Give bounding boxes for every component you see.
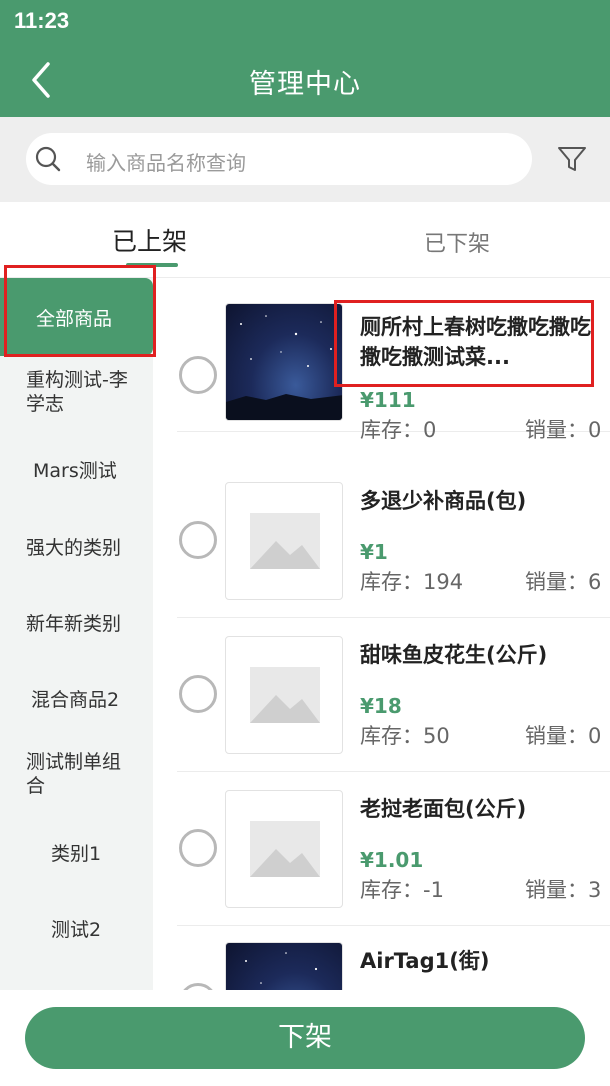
select-radio[interactable] — [179, 521, 217, 559]
bottom-bar: 下架 — [0, 990, 610, 1086]
category-item[interactable]: 类别1 — [51, 839, 151, 866]
product-item[interactable]: 老挝老面包(公斤) ¥1.01 库存：-1 销量：3 — [177, 772, 610, 926]
tab-bar: 已上架 已下架 — [0, 202, 610, 278]
category-item[interactable]: 测试制单组合 — [26, 750, 136, 798]
product-name: 厕所村上春树吃撒吃撒吃撒吃撒测试菜... — [360, 315, 591, 369]
product-sales: 销量：0 — [525, 418, 602, 442]
product-sales: 销量：0 — [525, 724, 602, 748]
product-name: 多退少补商品(包) — [360, 489, 527, 513]
category-item[interactable]: 混合商品2 — [31, 685, 151, 712]
category-label: 混合商品2 — [31, 689, 120, 711]
tab-unlisted[interactable]: 已下架 — [424, 226, 490, 258]
product-stock: 库存：50 — [360, 724, 450, 748]
category-sidebar: 全部商品 重构测试-李学志 Mars测试 强大的类别 新年新类别 混合商品2 测… — [0, 278, 153, 990]
search-placeholder: 输入商品名称查询 — [86, 151, 246, 175]
search-area: 输入商品名称查询 — [0, 117, 610, 202]
status-bar: 11:23 — [0, 0, 610, 44]
product-sales: 销量：3 — [525, 878, 602, 902]
product-price: ¥1.01 — [360, 848, 424, 872]
product-name: 甜味鱼皮花生(公斤) — [360, 643, 548, 667]
product-item[interactable]: 厕所村上春树吃撒吃撒吃撒吃撒测试菜... ¥111 库存：0 销量：0 — [177, 278, 610, 442]
select-radio[interactable] — [179, 829, 217, 867]
product-stock: 库存：194 — [360, 570, 464, 594]
product-stock: 库存：0 — [360, 418, 437, 442]
category-item[interactable]: Mars测试 — [33, 456, 153, 483]
product-price: ¥111 — [360, 388, 416, 412]
category-label: 类别1 — [51, 843, 102, 865]
category-item-all[interactable]: 全部商品 — [0, 278, 153, 356]
category-label: 新年新类别 — [26, 613, 122, 635]
status-time: 11:23 — [14, 8, 70, 33]
page-title: 管理中心 — [249, 69, 361, 100]
select-radio[interactable] — [179, 356, 217, 394]
night-sky-photo — [225, 942, 343, 990]
search-icon — [35, 146, 61, 172]
category-label: 重构测试-李学志 — [26, 369, 128, 415]
star-field — [226, 315, 342, 420]
select-radio[interactable] — [179, 675, 217, 713]
product-name: AirTag1(街) — [360, 949, 490, 973]
product-name: 老挝老面包(公斤) — [360, 797, 527, 821]
category-item[interactable]: 测试2 — [51, 915, 151, 942]
image-placeholder-icon — [225, 636, 343, 754]
category-item[interactable]: 重构测试-李学志 — [26, 368, 136, 416]
product-sales: 销量：6 — [525, 570, 602, 594]
category-label: 全部商品 — [36, 308, 113, 330]
product-price: ¥18 — [360, 694, 402, 718]
select-radio[interactable] — [179, 983, 217, 990]
tab-listed[interactable]: 已上架 — [112, 222, 187, 258]
delist-button[interactable]: 下架 — [25, 1007, 585, 1069]
image-placeholder-icon — [225, 482, 343, 600]
product-price: ¥1 — [360, 540, 388, 564]
product-item[interactable]: 甜味鱼皮花生(公斤) ¥18 库存：50 销量：0 — [177, 618, 610, 772]
category-label: 测试制单组合 — [26, 751, 122, 797]
category-label: Mars测试 — [33, 460, 117, 482]
product-item[interactable]: AirTag1(街) — [177, 926, 610, 990]
category-label: 强大的类别 — [26, 537, 122, 559]
night-sky-photo — [225, 303, 343, 421]
product-item[interactable]: 多退少补商品(包) ¥1 库存：194 销量：6 — [177, 464, 610, 618]
image-placeholder-icon — [225, 790, 343, 908]
category-label: 测试2 — [51, 919, 102, 941]
filter-icon[interactable] — [556, 143, 588, 175]
category-item[interactable]: 新年新类别 — [26, 609, 146, 636]
app-header: 管理中心 — [0, 44, 610, 117]
product-stock: 库存：-1 — [360, 878, 444, 902]
search-input[interactable]: 输入商品名称查询 — [26, 133, 532, 185]
category-item[interactable]: 强大的类别 — [26, 533, 146, 560]
product-list: 厕所村上春树吃撒吃撒吃撒吃撒测试菜... ¥111 库存：0 销量：0 多退少补… — [153, 278, 610, 990]
tab-indicator — [126, 263, 178, 267]
